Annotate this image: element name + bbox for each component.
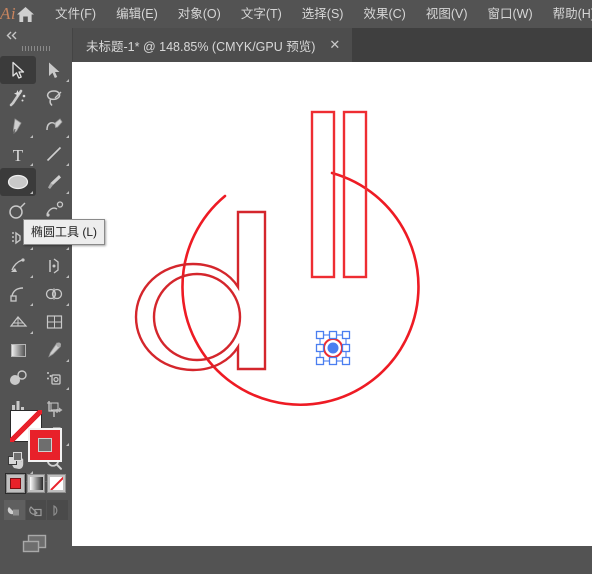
gradient-swatch-icon: [29, 477, 43, 490]
tool-tooltip: 椭圆工具 (L): [23, 219, 106, 245]
menu-edit[interactable]: 编辑(E): [106, 3, 168, 25]
screen-mode-button[interactable]: [0, 532, 72, 556]
type-tool[interactable]: T: [0, 140, 36, 168]
document-tab-title: 未标题-1* @ 148.85% (CMYK/GPU 预览): [86, 39, 316, 54]
color-mode-button[interactable]: [5, 473, 26, 494]
gradient-mode-button[interactable]: [26, 474, 46, 493]
home-icon[interactable]: [16, 0, 35, 28]
stroke-swatch-inner: [38, 438, 52, 452]
menu-file[interactable]: 文件(F): [45, 3, 106, 25]
free-transform-tool[interactable]: [0, 280, 36, 308]
menu-view[interactable]: 视图(V): [416, 3, 478, 25]
default-fill-stroke-icon[interactable]: [8, 452, 23, 472]
direct-selection-tool[interactable]: [36, 56, 72, 84]
curvature-tool[interactable]: [36, 112, 72, 140]
draw-mode-row: [4, 500, 69, 520]
menu-help[interactable]: 帮助(H): [543, 3, 592, 25]
paintbrush-tool[interactable]: [36, 168, 72, 196]
svg-text:T: T: [13, 146, 24, 164]
panel-drag-grip[interactable]: [0, 42, 72, 54]
stroke-swatch-red[interactable]: [28, 428, 62, 462]
menu-effect[interactable]: 效果(C): [353, 3, 415, 25]
letter-l-first[interactable]: [310, 110, 336, 279]
none-swatch-icon: [50, 477, 64, 490]
letter-l-second[interactable]: [342, 110, 368, 279]
mesh-tool[interactable]: [36, 308, 72, 336]
artboard-canvas[interactable]: [72, 62, 592, 546]
menu-bar: Ai 文件(F) 编辑(E) 对象(O) 文字(T) 选择(S) 效果(C) 视…: [0, 0, 592, 28]
ellipse-tool[interactable]: [0, 168, 36, 196]
shape-builder-tool[interactable]: [36, 280, 72, 308]
draw-behind-button[interactable]: [25, 500, 47, 520]
artwork: [134, 110, 420, 406]
pen-tool[interactable]: [0, 112, 36, 140]
selection-tool[interactable]: [0, 56, 36, 84]
magic-wand-tool[interactable]: [0, 84, 36, 112]
menu-type[interactable]: 文字(T): [231, 3, 292, 25]
letter-a-outline[interactable]: [134, 210, 286, 372]
collapse-panel-button[interactable]: [0, 28, 72, 42]
width-tool[interactable]: [36, 252, 72, 280]
ai-logo: Ai: [0, 4, 17, 23]
document-tab-bar: 未标题-1* @ 148.85% (CMYK/GPU 预览) ✕: [72, 28, 592, 62]
eyedropper-tool[interactable]: [36, 336, 72, 364]
none-mode-button[interactable]: [47, 474, 67, 493]
perspective-grid-tool[interactable]: [0, 308, 36, 336]
draw-inside-button[interactable]: [47, 500, 69, 520]
paint-mode-row: [5, 473, 67, 494]
illustrator-window: Ai 文件(F) 编辑(E) 对象(O) 文字(T) 选择(S) 效果(C) 视…: [0, 0, 592, 553]
menu-item-list: 文件(F) 编辑(E) 对象(O) 文字(T) 选择(S) 效果(C) 视图(V…: [45, 3, 592, 25]
menu-object[interactable]: 对象(O): [168, 3, 231, 25]
draw-normal-button[interactable]: [4, 500, 25, 520]
fill-stroke-swatches: [0, 406, 72, 468]
color-controls: [0, 400, 72, 574]
symbol-sprayer-tool[interactable]: [36, 364, 72, 392]
blend-tool[interactable]: [0, 364, 36, 392]
color-swatch-icon: [9, 478, 21, 489]
lasso-tool[interactable]: [36, 84, 72, 112]
document-tab[interactable]: 未标题-1* @ 148.85% (CMYK/GPU 预览) ✕: [72, 28, 353, 62]
swap-fill-stroke-icon[interactable]: [51, 406, 66, 425]
selected-object-group[interactable]: [315, 330, 351, 366]
circle-arc-path[interactable]: [181, 171, 420, 406]
tools-panel: T 椭圆工具 (L): [0, 28, 106, 553]
close-icon[interactable]: ✕: [329, 38, 340, 51]
menu-window[interactable]: 窗口(W): [477, 3, 542, 25]
scale-tool[interactable]: [0, 252, 36, 280]
menu-select[interactable]: 选择(S): [292, 3, 354, 25]
line-segment-tool[interactable]: [36, 140, 72, 168]
gradient-tool[interactable]: [0, 336, 36, 364]
